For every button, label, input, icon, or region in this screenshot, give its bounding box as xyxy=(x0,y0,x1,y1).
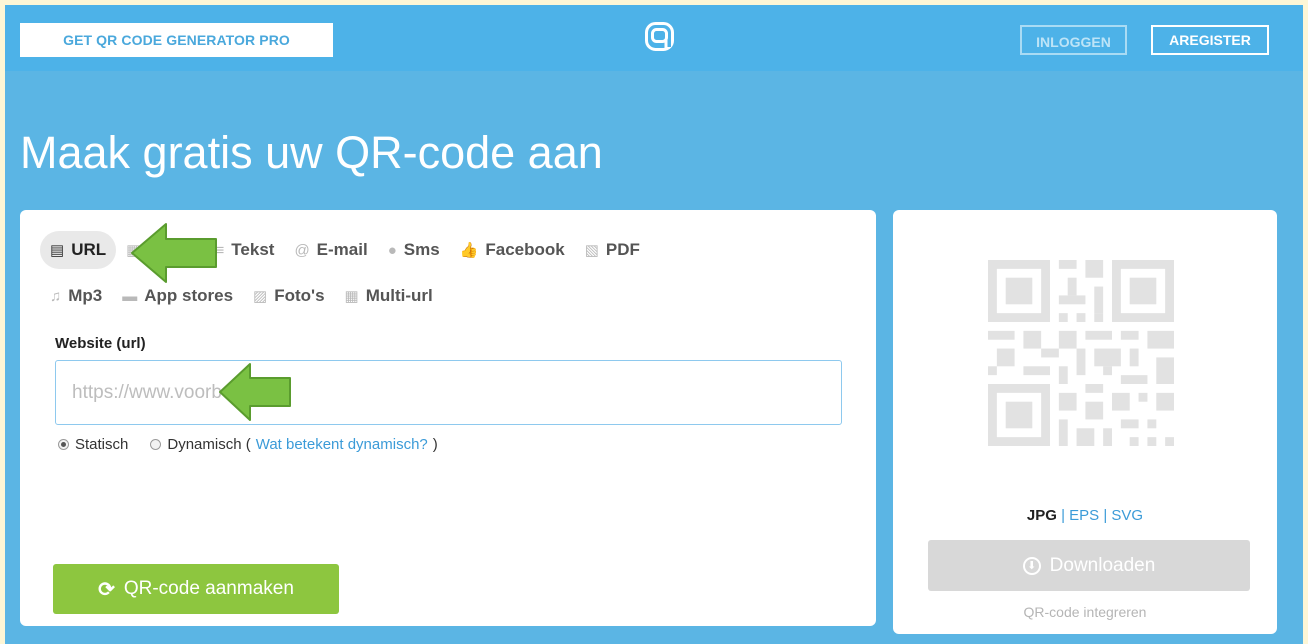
format-svg[interactable]: SVG xyxy=(1111,507,1143,524)
tab-label: PDF xyxy=(605,240,640,259)
tab-facebook[interactable]: 👍 Facebook xyxy=(450,231,575,269)
qr-preview-card: JPG | EPS | SVG ⬇ Downloaden QR-code int… xyxy=(893,210,1277,634)
annotation-arrow-icon xyxy=(219,363,291,421)
tab-e-mail[interactable]: @ E-mail xyxy=(284,231,377,269)
tab-label: Foto's xyxy=(274,286,325,305)
login-button[interactable]: INLOGGEN xyxy=(1020,25,1127,55)
tab-mp3[interactable]: ♫ Mp3 xyxy=(40,277,112,315)
tab-label: Tekst xyxy=(231,240,275,259)
speech-bubble-icon: ● xyxy=(387,241,397,259)
download-button[interactable]: ⬇ Downloaden xyxy=(928,540,1250,591)
tab-label: App stores xyxy=(144,286,234,305)
qr-generator-logo-icon[interactable] xyxy=(645,22,674,51)
pdf-icon: ▧ xyxy=(584,242,599,259)
list-icon: ▤ xyxy=(50,242,65,259)
annotation-arrow-icon xyxy=(131,223,217,283)
integrate-qr-link[interactable]: QR-code integreren xyxy=(893,604,1277,620)
static-radio-label[interactable]: Statisch xyxy=(75,436,128,453)
top-bar: GET QR CODE GENERATOR PRO INLOGGEN AREGI… xyxy=(5,5,1303,71)
qr-placeholder-image xyxy=(988,260,1174,446)
tab-label: Multi-url xyxy=(365,286,433,305)
url-input[interactable] xyxy=(55,360,842,425)
create-qr-button[interactable]: ⟳ QR-code aanmaken xyxy=(53,564,339,614)
tab-label: Facebook xyxy=(485,240,565,259)
url-field-label: Website (url) xyxy=(55,335,146,352)
tab-sms[interactable]: ● Sms xyxy=(378,231,450,269)
get-pro-button[interactable]: GET QR CODE GENERATOR PRO xyxy=(20,23,333,57)
format-jpg[interactable]: JPG xyxy=(1027,507,1057,524)
tab-label: E-mail xyxy=(316,240,368,259)
page-title: Maak gratis uw QR-code aan xyxy=(20,127,603,178)
calendar-icon: ▦ xyxy=(344,288,359,305)
tab-pdf[interactable]: ▧ PDF xyxy=(575,231,650,269)
tab-label: URL xyxy=(71,240,107,259)
app-store-icon: ▬ xyxy=(122,287,138,305)
at-icon: @ xyxy=(294,241,310,259)
static-radio[interactable] xyxy=(58,439,69,450)
refresh-icon: ⟳ xyxy=(98,578,115,601)
format-selector: JPG | EPS | SVG xyxy=(893,507,1277,524)
download-label: Downloaden xyxy=(1049,554,1156,576)
format-eps[interactable]: EPS xyxy=(1069,507,1099,524)
register-button[interactable]: AREGISTER xyxy=(1151,25,1269,55)
music-note-icon: ♫ xyxy=(50,287,62,305)
tab-multi-url[interactable]: ▦ Multi-url xyxy=(335,277,443,315)
tab-foto-s[interactable]: ▨ Foto's xyxy=(243,277,335,315)
format-separator: | xyxy=(1061,507,1065,524)
dynamic-radio[interactable] xyxy=(150,439,162,450)
image-icon: ▨ xyxy=(253,288,268,305)
format-separator: | xyxy=(1103,507,1108,524)
dynamic-radio-label[interactable]: Dynamisch ( xyxy=(167,436,250,453)
dynamic-help-link[interactable]: Wat betekent dynamisch? xyxy=(256,436,428,453)
tab-label: Sms xyxy=(403,240,440,259)
dynamic-close-paren: ) xyxy=(432,436,438,453)
download-icon: ⬇ xyxy=(1022,556,1041,575)
create-qr-label: QR-code aanmaken xyxy=(123,578,294,599)
tab-label: Mp3 xyxy=(68,286,103,305)
mode-radio-group: Statisch Dynamisch ( Wat betekent dynami… xyxy=(58,436,438,453)
thumbs-up-icon: 👍 xyxy=(459,242,479,259)
type-tabs-row-2: ♫ Mp3 ▬ App stores ▨ Foto's ▦ Multi-url xyxy=(40,277,443,315)
page: GET QR CODE GENERATOR PRO INLOGGEN AREGI… xyxy=(5,5,1303,644)
tab-url[interactable]: ▤ URL xyxy=(40,231,117,269)
